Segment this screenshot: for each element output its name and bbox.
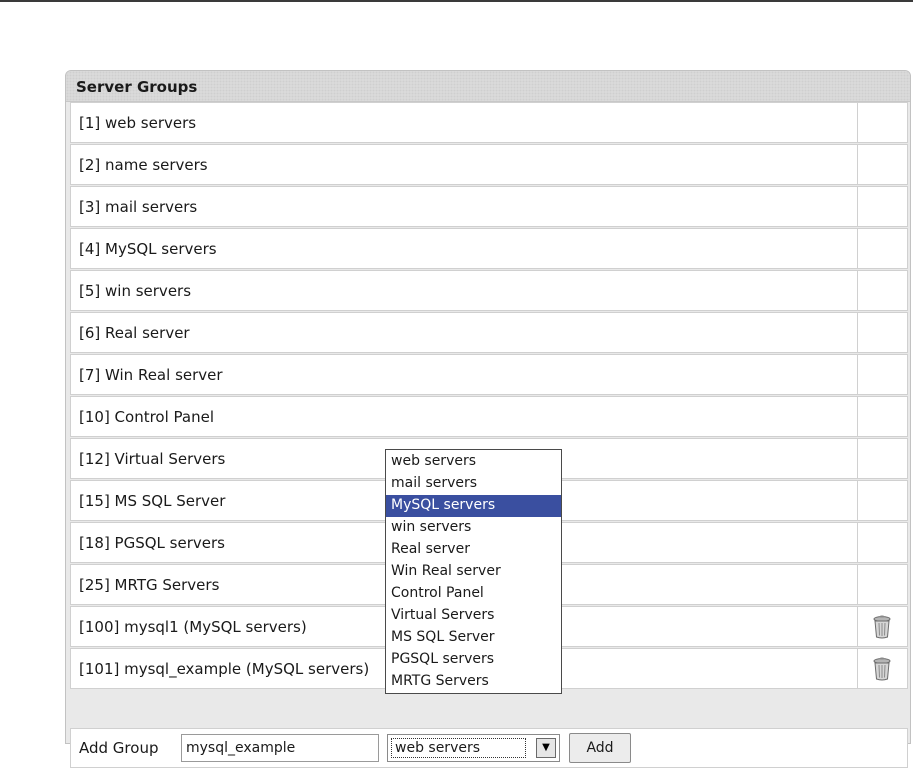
action-cell: [857, 355, 907, 394]
dropdown-option[interactable]: win servers: [386, 517, 561, 539]
parent-group-select[interactable]: web servers ▼: [387, 734, 560, 762]
group-row: [3] mail servers: [70, 186, 908, 227]
dropdown-option[interactable]: mail servers: [386, 473, 561, 495]
dropdown-option[interactable]: MS SQL Server: [386, 627, 561, 649]
group-row: [4] MySQL servers: [70, 228, 908, 269]
action-cell: [857, 271, 907, 310]
dropdown-option[interactable]: web servers: [386, 451, 561, 473]
action-cell: [857, 523, 907, 562]
action-cell: [857, 313, 907, 352]
action-cell: [857, 481, 907, 520]
add-group-label: Add Group: [79, 739, 159, 757]
group-label: [6] Real server: [79, 324, 190, 342]
trash-icon[interactable]: [872, 657, 892, 681]
dropdown-option[interactable]: Real server: [386, 539, 561, 561]
action-cell: [857, 397, 907, 436]
group-label: [100] mysql1 (MySQL servers): [79, 618, 307, 636]
action-cell: [857, 229, 907, 268]
group-row: [2] name servers: [70, 144, 908, 185]
group-label: [25] MRTG Servers: [79, 576, 220, 594]
action-cell: [857, 649, 907, 688]
group-label: [18] PGSQL servers: [79, 534, 225, 552]
group-label: [101] mysql_example (MySQL servers): [79, 660, 370, 678]
panel-title: Server Groups: [76, 78, 198, 96]
group-label: [12] Virtual Servers: [79, 450, 226, 468]
action-cell: [857, 607, 907, 646]
dropdown-option[interactable]: Win Real server: [386, 561, 561, 583]
action-cell: [857, 439, 907, 478]
dropdown-option[interactable]: Control Panel: [386, 583, 561, 605]
group-row: [10] Control Panel: [70, 396, 908, 437]
dropdown-option[interactable]: PGSQL servers: [386, 649, 561, 671]
trash-icon[interactable]: [872, 615, 892, 639]
group-name-input[interactable]: [181, 734, 379, 762]
action-cell: [857, 145, 907, 184]
chevron-down-icon[interactable]: ▼: [536, 738, 556, 758]
add-button[interactable]: Add: [569, 733, 631, 763]
group-row: [1] web servers: [70, 102, 908, 143]
select-dropdown-list: web servers mail servers MySQL servers win …: [385, 449, 562, 694]
add-group-row: Add Group web servers ▼ Add: [70, 728, 908, 768]
dropdown-option[interactable]: Virtual Servers: [386, 605, 561, 627]
group-label: [5] win servers: [79, 282, 192, 300]
group-label: [1] web servers: [79, 114, 197, 132]
group-label: [4] MySQL servers: [79, 240, 217, 258]
dropdown-option[interactable]: MRTG Servers: [386, 671, 561, 693]
panel-header: Server Groups: [66, 71, 910, 102]
action-cell: [857, 187, 907, 226]
dropdown-option[interactable]: MySQL servers: [386, 495, 561, 517]
action-cell: [857, 103, 907, 142]
group-label: [10] Control Panel: [79, 408, 215, 426]
group-label: [15] MS SQL Server: [79, 492, 226, 510]
action-cell: [857, 565, 907, 604]
select-current-value: web servers: [391, 738, 526, 758]
group-label: [3] mail servers: [79, 198, 198, 216]
top-divider: [0, 0, 913, 2]
group-label: [2] name servers: [79, 156, 208, 174]
group-row: [7] Win Real server: [70, 354, 908, 395]
group-label: [7] Win Real server: [79, 366, 223, 384]
group-row: [5] win servers: [70, 270, 908, 311]
group-row: [6] Real server: [70, 312, 908, 353]
